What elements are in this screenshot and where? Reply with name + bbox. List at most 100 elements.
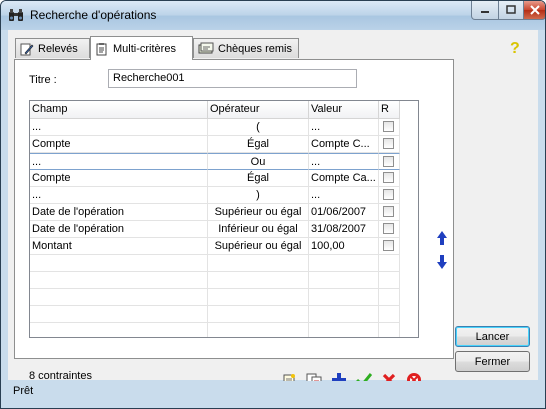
row-checkbox[interactable] <box>383 206 394 217</box>
table-empty-row[interactable] <box>30 289 400 306</box>
cell-operateur[interactable] <box>208 323 309 337</box>
cell-r <box>379 136 400 153</box>
cell-r <box>379 204 400 221</box>
cell-operateur[interactable]: ) <box>208 187 309 204</box>
cell-champ[interactable]: Date de l'opération <box>30 221 208 238</box>
table-header: Champ Opérateur Valeur R <box>30 101 400 119</box>
row-checkbox[interactable] <box>383 189 394 200</box>
table-row[interactable]: ... Ou... <box>30 153 400 170</box>
close-button[interactable] <box>523 1 545 20</box>
fermer-button[interactable]: Fermer <box>455 351 530 372</box>
row-checkbox[interactable] <box>383 121 394 132</box>
tab-cheques-remis[interactable]: Chèques remis <box>193 38 299 58</box>
row-checkbox[interactable] <box>383 240 394 251</box>
cell-valeur[interactable]: 31/08/2007 <box>309 221 379 238</box>
cell-operateur[interactable]: ( <box>208 119 309 136</box>
multi-criteres-panel: Titre : Recherche001 Champ Opérateur Val… <box>14 59 454 387</box>
cell-operateur[interactable] <box>208 306 309 323</box>
tab-multi-criteres[interactable]: Multi-critères <box>90 36 193 60</box>
cell-operateur[interactable]: Égal <box>208 170 309 187</box>
move-up-button[interactable] <box>436 230 448 249</box>
cell-valeur[interactable] <box>309 289 379 306</box>
cell-champ[interactable] <box>30 255 208 272</box>
title-bar[interactable]: Recherche d'opérations <box>1 1 545 30</box>
cell-champ[interactable] <box>30 289 208 306</box>
table-empty-row[interactable] <box>30 323 400 337</box>
minimize-button[interactable] <box>471 1 499 20</box>
cell-champ[interactable] <box>30 306 208 323</box>
cell-champ[interactable]: ... <box>30 153 208 170</box>
cell-r <box>379 170 400 187</box>
cell-valeur[interactable]: ... <box>309 119 379 136</box>
cell-operateur[interactable] <box>208 255 309 272</box>
cell-operateur[interactable] <box>208 272 309 289</box>
column-header-operateur[interactable]: Opérateur <box>208 101 309 118</box>
table-row[interactable]: Montant Supérieur ou égal 100,00 <box>30 238 400 255</box>
tab-cheques-remis-label: Chèques remis <box>218 42 292 55</box>
tab-releves[interactable]: Relevés <box>15 38 90 58</box>
cell-champ[interactable]: Compte <box>30 136 208 153</box>
cell-valeur[interactable]: Compte Ca... <box>309 170 379 187</box>
cell-operateur[interactable]: Inférieur ou égal <box>208 221 309 238</box>
column-header-champ[interactable]: Champ <box>30 101 208 118</box>
table-row[interactable]: Date de l'opération Inférieur ou égal 31/0… <box>30 221 400 238</box>
title-label: Titre : <box>29 74 57 86</box>
cell-valeur[interactable]: Compte C... <box>309 136 379 153</box>
column-header-r[interactable]: R <box>379 101 400 118</box>
table-row[interactable]: Compte Égal Compte C... <box>30 136 400 153</box>
cell-r <box>379 187 400 204</box>
cell-champ[interactable]: ... <box>30 187 208 204</box>
cheque-icon <box>198 42 214 53</box>
dialog-client-area: Relevés Multi-critères Chèques remis ? T… <box>8 30 538 387</box>
cell-r <box>379 289 400 306</box>
table-row[interactable]: ...(... <box>30 119 400 136</box>
cell-valeur[interactable] <box>309 255 379 272</box>
cell-valeur[interactable]: 100,00 <box>309 238 379 255</box>
close-icon <box>529 5 540 15</box>
row-checkbox[interactable] <box>383 156 394 167</box>
cell-r <box>379 221 400 238</box>
table-empty-row[interactable] <box>30 272 400 289</box>
cell-r <box>379 119 400 136</box>
status-text: Prêt <box>13 385 34 397</box>
pen-document-icon <box>20 43 34 55</box>
cell-operateur[interactable]: Supérieur ou égal <box>208 204 309 221</box>
table-row[interactable]: ...)... <box>30 187 400 204</box>
cell-champ[interactable] <box>30 272 208 289</box>
cell-champ[interactable]: Date de l'opération <box>30 204 208 221</box>
cell-valeur[interactable] <box>309 323 379 337</box>
help-button[interactable]: ? <box>510 40 520 58</box>
cell-r <box>379 238 400 255</box>
cell-champ[interactable]: Montant <box>30 238 208 255</box>
cell-champ[interactable] <box>30 323 208 337</box>
cell-valeur[interactable] <box>309 306 379 323</box>
minimize-icon <box>481 11 489 13</box>
criteria-table[interactable]: Champ Opérateur Valeur R ...(... Compte Ég… <box>29 100 419 338</box>
cell-operateur[interactable]: Supérieur ou égal <box>208 238 309 255</box>
fermer-label: Fermer <box>474 355 511 368</box>
lancer-button[interactable]: Lancer <box>455 326 530 347</box>
row-checkbox[interactable] <box>383 172 394 183</box>
cell-valeur[interactable]: ... <box>309 153 379 170</box>
move-down-button[interactable] <box>436 254 448 273</box>
table-row[interactable]: Date de l'opération Supérieur ou égal 01/0… <box>30 204 400 221</box>
cell-champ[interactable]: ... <box>30 119 208 136</box>
cell-valeur[interactable]: ... <box>309 187 379 204</box>
maximize-button[interactable] <box>498 1 524 20</box>
table-empty-row[interactable] <box>30 255 400 272</box>
maximize-icon <box>506 5 516 14</box>
cell-valeur[interactable] <box>309 272 379 289</box>
cell-operateur[interactable] <box>208 289 309 306</box>
cell-champ[interactable]: Compte <box>30 170 208 187</box>
window-title: Recherche d'opérations <box>30 8 157 22</box>
row-checkbox[interactable] <box>383 223 394 234</box>
cell-valeur[interactable]: 01/06/2007 <box>309 204 379 221</box>
title-input[interactable]: Recherche001 <box>108 69 357 88</box>
row-checkbox[interactable] <box>383 138 394 149</box>
table-row[interactable]: Compte Égal Compte Ca... <box>30 170 400 187</box>
cell-operateur[interactable]: Ou <box>208 153 309 170</box>
column-header-valeur[interactable]: Valeur <box>309 101 379 118</box>
cell-operateur[interactable]: Égal <box>208 136 309 153</box>
cell-r <box>379 153 400 170</box>
table-empty-row[interactable] <box>30 306 400 323</box>
